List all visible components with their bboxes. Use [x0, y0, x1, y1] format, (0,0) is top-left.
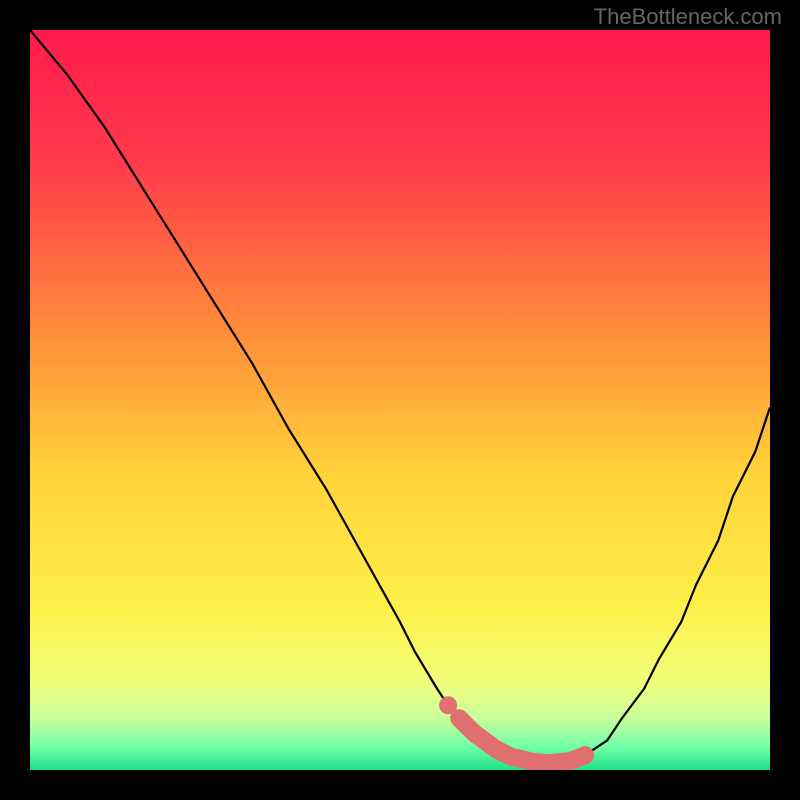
plot-area — [30, 30, 770, 770]
highlight-band — [30, 30, 770, 770]
chart-container: TheBottleneck.com — [0, 0, 800, 800]
watermark-text: TheBottleneck.com — [594, 4, 782, 30]
